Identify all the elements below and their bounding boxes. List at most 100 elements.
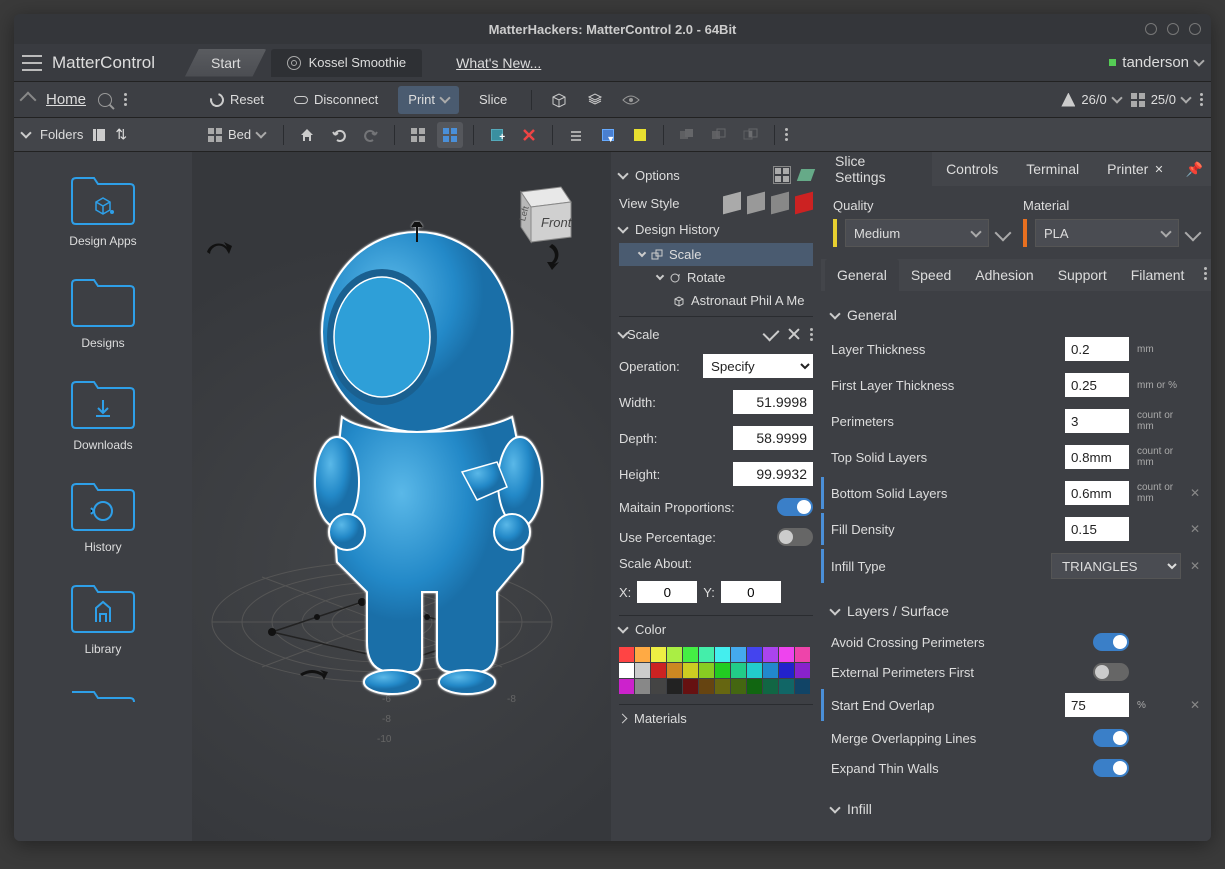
depth-input[interactable] (733, 426, 813, 450)
delete-item-icon[interactable] (516, 122, 542, 148)
align-icon[interactable] (563, 122, 589, 148)
sidebar-item-history[interactable]: History (14, 468, 192, 570)
color-swatch[interactable] (683, 647, 698, 662)
color-swatch[interactable] (715, 663, 730, 678)
setting-input[interactable] (1065, 693, 1129, 717)
color-swatch[interactable] (667, 647, 682, 662)
color-swatch[interactable] (795, 679, 810, 694)
chevron-down-icon[interactable] (20, 127, 31, 138)
group-infill[interactable]: Infill (831, 793, 1201, 825)
edit-icon[interactable] (995, 225, 1012, 242)
setting-toggle[interactable] (1093, 633, 1129, 651)
subtab-adhesion[interactable]: Adhesion (963, 259, 1045, 291)
scale-y-input[interactable] (721, 581, 781, 603)
grid-icon[interactable] (773, 166, 791, 184)
maintain-proportions-toggle[interactable] (777, 498, 813, 516)
color-swatch[interactable] (699, 679, 714, 694)
color-swatch[interactable] (763, 663, 778, 678)
cancel-icon[interactable] (788, 328, 800, 340)
group-general[interactable]: General (831, 299, 1201, 331)
overflow-icon[interactable] (785, 128, 788, 141)
search-icon[interactable] (98, 93, 112, 107)
setting-select[interactable]: TRIANGLES (1051, 553, 1181, 579)
setting-toggle[interactable] (1093, 729, 1129, 747)
reset-icon[interactable]: ✕ (1189, 522, 1201, 536)
minimize-button[interactable] (1145, 23, 1157, 35)
tree-node-rotate[interactable]: Rotate (619, 266, 813, 289)
reset-icon[interactable]: ✕ (1189, 698, 1201, 712)
reset-button[interactable]: Reset (200, 86, 274, 114)
setting-input[interactable] (1065, 517, 1129, 541)
color-swatch[interactable] (747, 647, 762, 662)
color-swatch[interactable] (651, 663, 666, 678)
color-swatch[interactable] (667, 679, 682, 694)
redo-icon[interactable] (358, 122, 384, 148)
shade-mode-icon[interactable] (723, 192, 741, 215)
reset-icon[interactable]: ✕ (1189, 559, 1201, 573)
setting-input[interactable] (1065, 481, 1129, 505)
tab-printer[interactable]: Printer✕ (1093, 152, 1177, 186)
setting-input[interactable] (1065, 409, 1129, 433)
color-swatch[interactable] (619, 663, 634, 678)
color-swatch[interactable] (795, 663, 810, 678)
color-swatch[interactable] (715, 679, 730, 694)
tab-slice-settings[interactable]: Slice Settings (821, 152, 932, 186)
disconnect-button[interactable]: Disconnect (284, 86, 388, 114)
reset-icon[interactable]: ✕ (1189, 486, 1201, 500)
bed-icon[interactable] (797, 169, 815, 181)
view-eye-icon[interactable] (618, 87, 644, 113)
undo-icon[interactable] (326, 122, 352, 148)
color-swatch[interactable] (635, 647, 650, 662)
edit-icon[interactable] (1185, 225, 1202, 242)
apply-icon[interactable] (763, 325, 780, 342)
sidebar-item-library[interactable]: Library (14, 570, 192, 672)
highlight-icon[interactable] (627, 122, 653, 148)
color-swatch[interactable] (715, 647, 730, 662)
color-swatch[interactable] (779, 647, 794, 662)
setting-input[interactable] (1065, 373, 1129, 397)
menu-icon[interactable] (22, 55, 42, 71)
shade-mode-icon[interactable] (747, 192, 765, 215)
height-input[interactable] (733, 462, 813, 486)
stat-right[interactable]: 25/0 (1131, 92, 1190, 107)
color-swatch[interactable] (795, 647, 810, 662)
orientation-cube[interactable]: FrontLeft (501, 172, 581, 252)
color-swatch[interactable] (699, 663, 714, 678)
width-input[interactable] (733, 390, 813, 414)
sidebar-item-more[interactable] (14, 672, 192, 718)
scale-x-input[interactable] (637, 581, 697, 603)
up-icon[interactable] (20, 91, 37, 108)
tree-node-model[interactable]: Astronaut Phil A Me (619, 289, 813, 312)
pin-icon[interactable]: 📌 (1178, 161, 1211, 178)
add-item-icon[interactable]: + (484, 122, 510, 148)
maximize-button[interactable] (1167, 23, 1179, 35)
3d-viewport[interactable]: -2-4 -6-8 -6-8 -10 (192, 152, 611, 841)
setting-toggle[interactable] (1093, 663, 1129, 681)
options-header[interactable]: Options (619, 160, 813, 190)
scale-panel-header[interactable]: Scale (619, 321, 813, 348)
color-swatch[interactable] (779, 663, 794, 678)
color-swatch[interactable] (651, 679, 666, 694)
print-button[interactable]: Print (398, 86, 459, 114)
view-cube-icon[interactable] (546, 87, 572, 113)
subtab-general[interactable]: General (825, 259, 899, 291)
color-swatch[interactable] (683, 679, 698, 694)
tab-start[interactable]: Start (185, 49, 267, 77)
subtract-icon[interactable] (706, 122, 732, 148)
overflow-icon[interactable] (1204, 267, 1207, 283)
color-swatch[interactable] (635, 663, 650, 678)
sidebar-item-design-apps[interactable]: Design Apps (14, 162, 192, 264)
history-header[interactable]: Design History (619, 216, 813, 243)
color-swatch[interactable] (731, 647, 746, 662)
whats-new-link[interactable]: What's New... (456, 55, 541, 71)
bed-dropdown[interactable]: Bed (200, 122, 273, 148)
intersect-icon[interactable] (738, 122, 764, 148)
sidebar-item-downloads[interactable]: Downloads (14, 366, 192, 468)
subtab-speed[interactable]: Speed (899, 259, 963, 291)
tree-node-scale[interactable]: Scale (619, 243, 813, 266)
color-swatch[interactable] (683, 663, 698, 678)
close-button[interactable] (1189, 23, 1201, 35)
sidebar-item-designs[interactable]: Designs (14, 264, 192, 366)
stat-left[interactable]: 26/0 (1061, 92, 1120, 107)
user-menu[interactable]: tanderson (1109, 54, 1203, 71)
